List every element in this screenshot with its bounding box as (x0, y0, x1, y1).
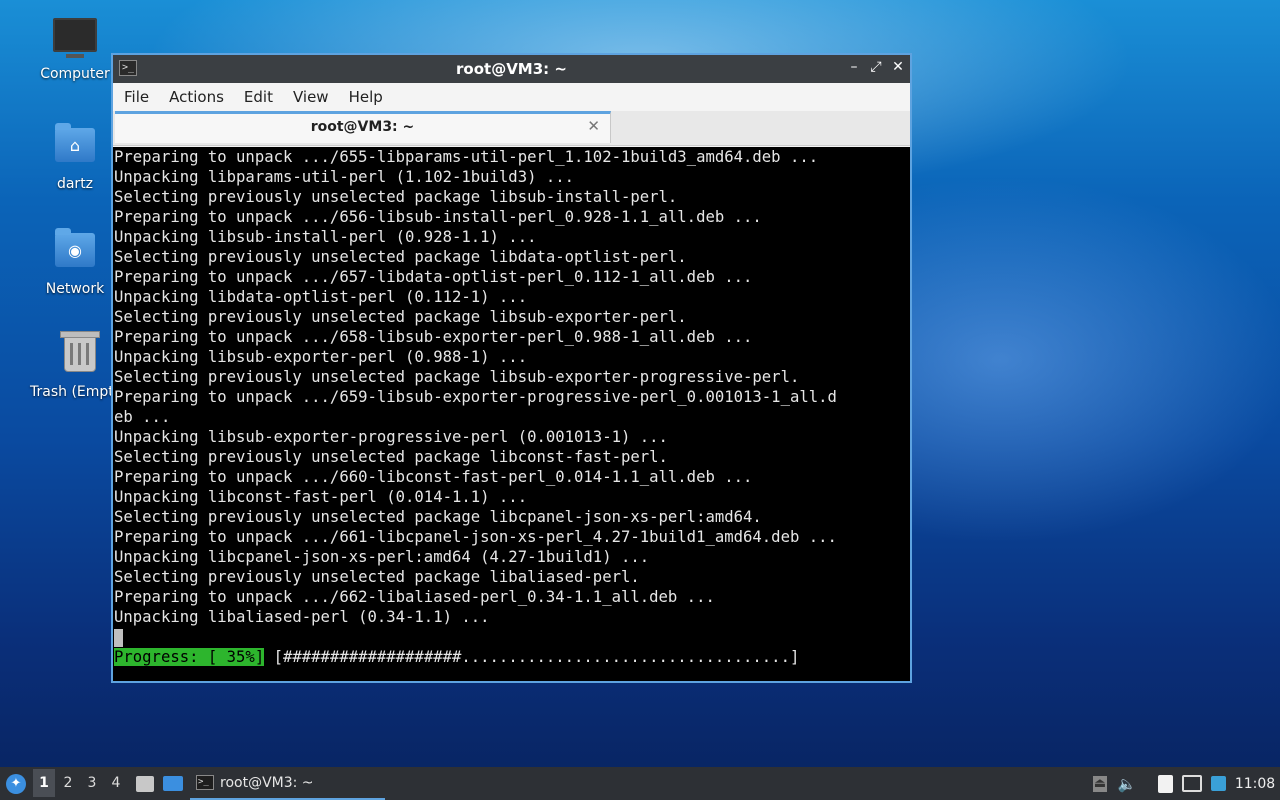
terminal-line: Selecting previously unselected package … (114, 308, 687, 326)
show-desktop-launcher[interactable] (161, 767, 185, 800)
workspace-3[interactable]: 3 (81, 769, 103, 797)
window-titlebar[interactable]: >_ root@VM3: ~ – ⤢ ✕ (113, 55, 910, 83)
tray-volume[interactable]: 🔈 (1117, 767, 1137, 800)
workspace-4[interactable]: 4 (105, 769, 127, 797)
menu-help[interactable]: Help (347, 88, 393, 106)
terminal-line: Preparing to unpack .../658-libsub-expor… (114, 328, 753, 346)
tab-terminal[interactable]: root@VM3: ~ ✕ (115, 111, 611, 143)
menu-edit[interactable]: Edit (242, 88, 283, 106)
update-notifier-icon (1210, 776, 1226, 791)
file-manager-icon (136, 775, 154, 792)
terminal-line: Unpacking libparams-util-perl (1.102-1bu… (114, 168, 575, 186)
tray-network[interactable] (1181, 767, 1203, 800)
taskbar: ✦ 1 2 3 4 >_ root@VM3: ~ ⏏ 🔈 11:08 (0, 767, 1280, 800)
file-manager-launcher[interactable] (134, 767, 156, 800)
menu-actions[interactable]: Actions (167, 88, 234, 106)
task-label: root@VM3: ~ (220, 774, 314, 791)
tray-eject[interactable]: ⏏ (1090, 767, 1110, 800)
maximize-icon[interactable]: ⤢ (870, 59, 882, 75)
workspace-2[interactable]: 2 (57, 769, 79, 797)
workspace-1[interactable]: 1 (33, 769, 55, 797)
terminal-line: Selecting previously unselected package … (114, 248, 687, 266)
tab-label: root@VM3: ~ (310, 119, 415, 135)
terminal-line: Unpacking libsub-install-perl (0.928-1.1… (114, 228, 537, 246)
tab-close-icon[interactable]: ✕ (587, 117, 600, 135)
terminal-window: >_ root@VM3: ~ – ⤢ ✕ File Actions Edit V… (111, 53, 912, 683)
network-icon (1182, 775, 1202, 792)
terminal-line: Selecting previously unselected package … (114, 508, 762, 526)
terminal-cursor (114, 628, 123, 647)
desktop-icon-label: Computer (40, 66, 110, 82)
terminal-line: Unpacking libaliased-perl (0.34-1.1) ... (114, 608, 490, 626)
terminal-line: Preparing to unpack .../661-libcpanel-js… (114, 528, 837, 546)
terminal-line: Selecting previously unselected package … (114, 568, 640, 586)
terminal-line: Unpacking libsub-exporter-progressive-pe… (114, 428, 668, 446)
clipboard-icon (1157, 774, 1173, 793)
tray-clipboard[interactable] (1155, 767, 1175, 800)
terminal-line: Preparing to unpack .../656-libsub-insta… (114, 208, 762, 226)
tray-updates[interactable] (1208, 767, 1228, 800)
terminal-line: Preparing to unpack .../660-libconst-fas… (114, 468, 753, 486)
desktop-icon-computer[interactable]: Computer (27, 18, 123, 82)
terminal-line: Selecting previously unselected package … (114, 368, 800, 386)
desktop-icon-dartz[interactable]: ⌂ dartz (27, 122, 123, 192)
eject-icon: ⏏ (1093, 775, 1107, 792)
terminal-line: Preparing to unpack .../655-libparams-ut… (114, 148, 819, 166)
progress-label: Progress: [ 35%] (114, 648, 265, 666)
progress-bar: [###################....................… (273, 648, 800, 666)
terminal-line: Selecting previously unselected package … (114, 448, 668, 466)
progress-line: Progress: [ 35%] [###################...… (114, 647, 910, 667)
terminal-line: Selecting previously unselected package … (114, 188, 678, 206)
terminal-line: Preparing to unpack .../657-libdata-optl… (114, 268, 753, 286)
network-folder-icon: ◉ (53, 228, 97, 277)
terminal-task-icon: >_ (196, 775, 214, 790)
menu-file[interactable]: File (122, 88, 159, 106)
menu-view[interactable]: View (291, 88, 339, 106)
desktop-icon-network[interactable]: ◉ Network (27, 227, 123, 297)
close-icon[interactable]: ✕ (892, 59, 904, 75)
minimize-icon[interactable]: – (848, 59, 860, 75)
terminal-line: Unpacking libcpanel-json-xs-perl:amd64 (… (114, 548, 650, 566)
desktop-icon-label: Network (45, 281, 105, 297)
terminal-output[interactable]: Preparing to unpack .../655-libparams-ut… (113, 147, 910, 681)
terminal-cursor-line (114, 627, 910, 647)
terminal-line: Unpacking libconst-fast-perl (0.014-1.1)… (114, 488, 528, 506)
trash-icon (58, 331, 102, 380)
desktop-icon-label: dartz (56, 176, 94, 192)
volume-icon: 🔈 (1117, 774, 1137, 793)
terminal-line: Preparing to unpack .../659-libsub-expor… (114, 388, 837, 406)
start-menu-icon: ✦ (6, 773, 26, 794)
show-desktop-icon (163, 776, 183, 791)
terminal-line: Preparing to unpack .../662-libaliased-p… (114, 588, 715, 606)
tab-bar: root@VM3: ~ ✕ (113, 111, 910, 146)
terminal-line: eb ... (114, 408, 171, 426)
monitor-icon (53, 18, 97, 62)
window-title: root@VM3: ~ (456, 60, 567, 78)
taskbar-task-terminal[interactable]: >_ root@VM3: ~ (190, 767, 385, 800)
home-folder-icon: ⌂ (53, 123, 97, 172)
terminal-line: Unpacking libdata-optlist-perl (0.112-1)… (114, 288, 528, 306)
terminal-line: Unpacking libsub-exporter-perl (0.988-1)… (114, 348, 528, 366)
menubar: File Actions Edit View Help (113, 83, 910, 111)
start-menu-button[interactable]: ✦ (4, 767, 28, 800)
clock[interactable]: 11:08 (1234, 767, 1276, 800)
